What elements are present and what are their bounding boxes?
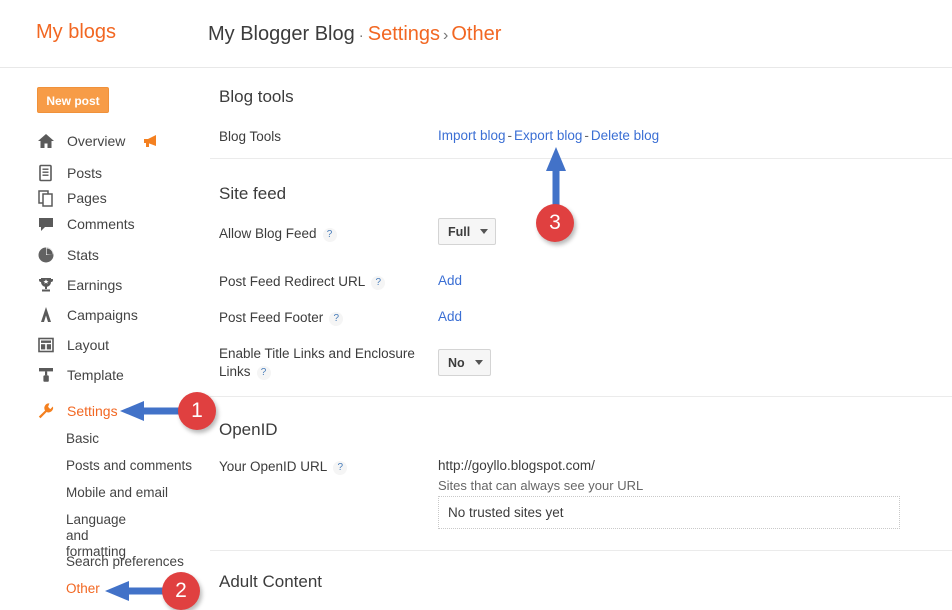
sidebar-item-label: Layout xyxy=(67,336,110,353)
sidebar-item-posts[interactable]: Posts xyxy=(36,160,102,185)
breadcrumb-separator-icon: › xyxy=(443,27,449,44)
chevron-down-icon xyxy=(474,360,483,365)
sidebar-item-label: Stats xyxy=(67,246,99,263)
main-content: Blog tools Blog Tools Import blog - Export… xyxy=(208,68,952,605)
sidebar: New post Overview Posts Pages Comments S… xyxy=(0,68,208,605)
label-blog-tools: Blog Tools xyxy=(219,129,282,144)
label-post-feed-footer: Post Feed Footer? xyxy=(219,309,344,327)
chevron-down-icon xyxy=(480,229,489,234)
breadcrumb-current-page: Other xyxy=(451,23,502,45)
link-dash: - xyxy=(584,128,589,143)
link-dash: - xyxy=(507,128,513,143)
sidebar-item-label: Settings xyxy=(67,402,118,419)
dropdown-value: Full xyxy=(448,224,471,239)
label-enable-title-links: Enable Title Links and Enclosure Links? xyxy=(219,345,427,381)
label-text: Allow Blog Feed xyxy=(219,226,317,241)
openid-url-value: http://goyllo.blogspot.com/ xyxy=(438,458,595,473)
paint-roller-icon xyxy=(36,365,56,385)
sidebar-item-label: Template xyxy=(67,366,124,383)
stats-pie-icon xyxy=(36,245,56,265)
sidebar-item-label: Campaigns xyxy=(67,306,138,323)
top-header-bar: My blogs My Blogger Blog · Settings › Other xyxy=(0,0,952,68)
new-post-button[interactable]: New post xyxy=(37,87,109,113)
dropdown-value: No xyxy=(448,355,465,370)
label-text: Post Feed Footer xyxy=(219,310,324,325)
delete-blog-link[interactable]: Delete blog xyxy=(591,128,659,143)
trophy-icon xyxy=(36,275,56,295)
comments-icon xyxy=(36,214,56,234)
sidebar-item-label: Pages xyxy=(67,189,107,206)
sidebar-item-comments[interactable]: Comments xyxy=(36,211,135,236)
pages-icon xyxy=(36,188,56,208)
help-icon[interactable]: ? xyxy=(371,276,386,290)
annotation-badge-3: 3 xyxy=(536,204,574,242)
sidebar-item-label: Overview xyxy=(67,132,126,149)
megaphone-icon[interactable] xyxy=(142,132,160,150)
sidebar-item-layout[interactable]: Layout xyxy=(36,332,109,357)
help-icon[interactable]: ? xyxy=(333,461,348,475)
breadcrumb-blog-name: My Blogger Blog xyxy=(208,23,355,45)
section-title-site-feed: Site feed xyxy=(219,184,287,203)
help-icon[interactable]: ? xyxy=(329,312,344,326)
trusted-sites-caption: Sites that can always see your URL xyxy=(438,478,644,493)
sidebar-subitem-language-and-formatting[interactable]: Language and formatting xyxy=(66,512,146,560)
trusted-sites-empty-text: No trusted sites yet xyxy=(448,505,564,520)
section-divider xyxy=(210,158,952,159)
my-blogs-link[interactable]: My blogs xyxy=(36,21,116,44)
wrench-icon xyxy=(36,401,56,421)
breadcrumb: My Blogger Blog · Settings › Other xyxy=(208,21,501,49)
allow-blog-feed-dropdown[interactable]: Full xyxy=(438,218,496,245)
sidebar-item-label: Earnings xyxy=(67,276,123,293)
sidebar-subitem-basic[interactable]: Basic xyxy=(66,431,99,447)
trusted-sites-box: No trusted sites yet xyxy=(438,496,900,529)
annotation-badge-1: 1 xyxy=(178,392,216,430)
sidebar-item-stats[interactable]: Stats xyxy=(36,242,99,267)
section-title-openid: OpenID xyxy=(219,420,278,439)
section-title-adult-content: Adult Content xyxy=(219,572,323,591)
sidebar-item-overview[interactable]: Overview xyxy=(36,128,125,153)
layout-icon xyxy=(36,335,56,355)
import-blog-link[interactable]: Import blog xyxy=(438,128,506,143)
export-blog-link[interactable]: Export blog xyxy=(514,128,582,143)
campaigns-icon xyxy=(36,305,56,325)
annotation-badge-2: 2 xyxy=(162,572,200,610)
posts-icon xyxy=(36,163,56,183)
sidebar-item-earnings[interactable]: Earnings xyxy=(36,272,122,297)
sidebar-subitem-search-preferences[interactable]: Search preferences xyxy=(66,554,184,570)
label-text-line2: Links xyxy=(219,364,251,379)
sidebar-item-label: Posts xyxy=(67,164,103,181)
label-text: Your OpenID URL xyxy=(219,459,328,474)
sidebar-item-pages[interactable]: Pages xyxy=(36,185,107,210)
label-allow-blog-feed: Allow Blog Feed? xyxy=(219,225,337,243)
sidebar-item-campaigns[interactable]: Campaigns xyxy=(36,302,138,327)
sidebar-subitem-posts-and-comments[interactable]: Posts and comments xyxy=(66,458,192,474)
sidebar-subitem-other[interactable]: Other xyxy=(66,581,100,597)
label-text: Post Feed Redirect URL xyxy=(219,274,366,289)
label-post-feed-redirect-url: Post Feed Redirect URL? xyxy=(219,273,386,291)
section-divider xyxy=(210,550,952,551)
breadcrumb-settings-link[interactable]: Settings xyxy=(368,23,440,45)
sidebar-item-settings[interactable]: Settings xyxy=(36,398,118,423)
help-icon[interactable]: ? xyxy=(322,228,337,242)
sidebar-subitem-mobile-and-email[interactable]: Mobile and email xyxy=(66,485,168,501)
enable-title-links-dropdown[interactable]: No xyxy=(438,349,491,376)
breadcrumb-dot: · xyxy=(358,27,364,44)
label-text-line1: Enable Title Links and Enclosure xyxy=(219,346,415,361)
post-feed-footer-add-link[interactable]: Add xyxy=(438,309,462,324)
label-your-openid-url: Your OpenID URL? xyxy=(219,458,348,476)
section-divider xyxy=(210,396,952,397)
sidebar-item-label: Comments xyxy=(67,215,135,232)
help-icon[interactable]: ? xyxy=(256,366,271,380)
home-icon xyxy=(36,131,56,151)
post-feed-redirect-add-link[interactable]: Add xyxy=(438,273,462,288)
section-title-blog-tools: Blog tools xyxy=(219,87,294,106)
sidebar-item-template[interactable]: Template xyxy=(36,362,124,387)
blog-tools-links: Import blog - Export blog - Delete blog xyxy=(438,128,659,143)
